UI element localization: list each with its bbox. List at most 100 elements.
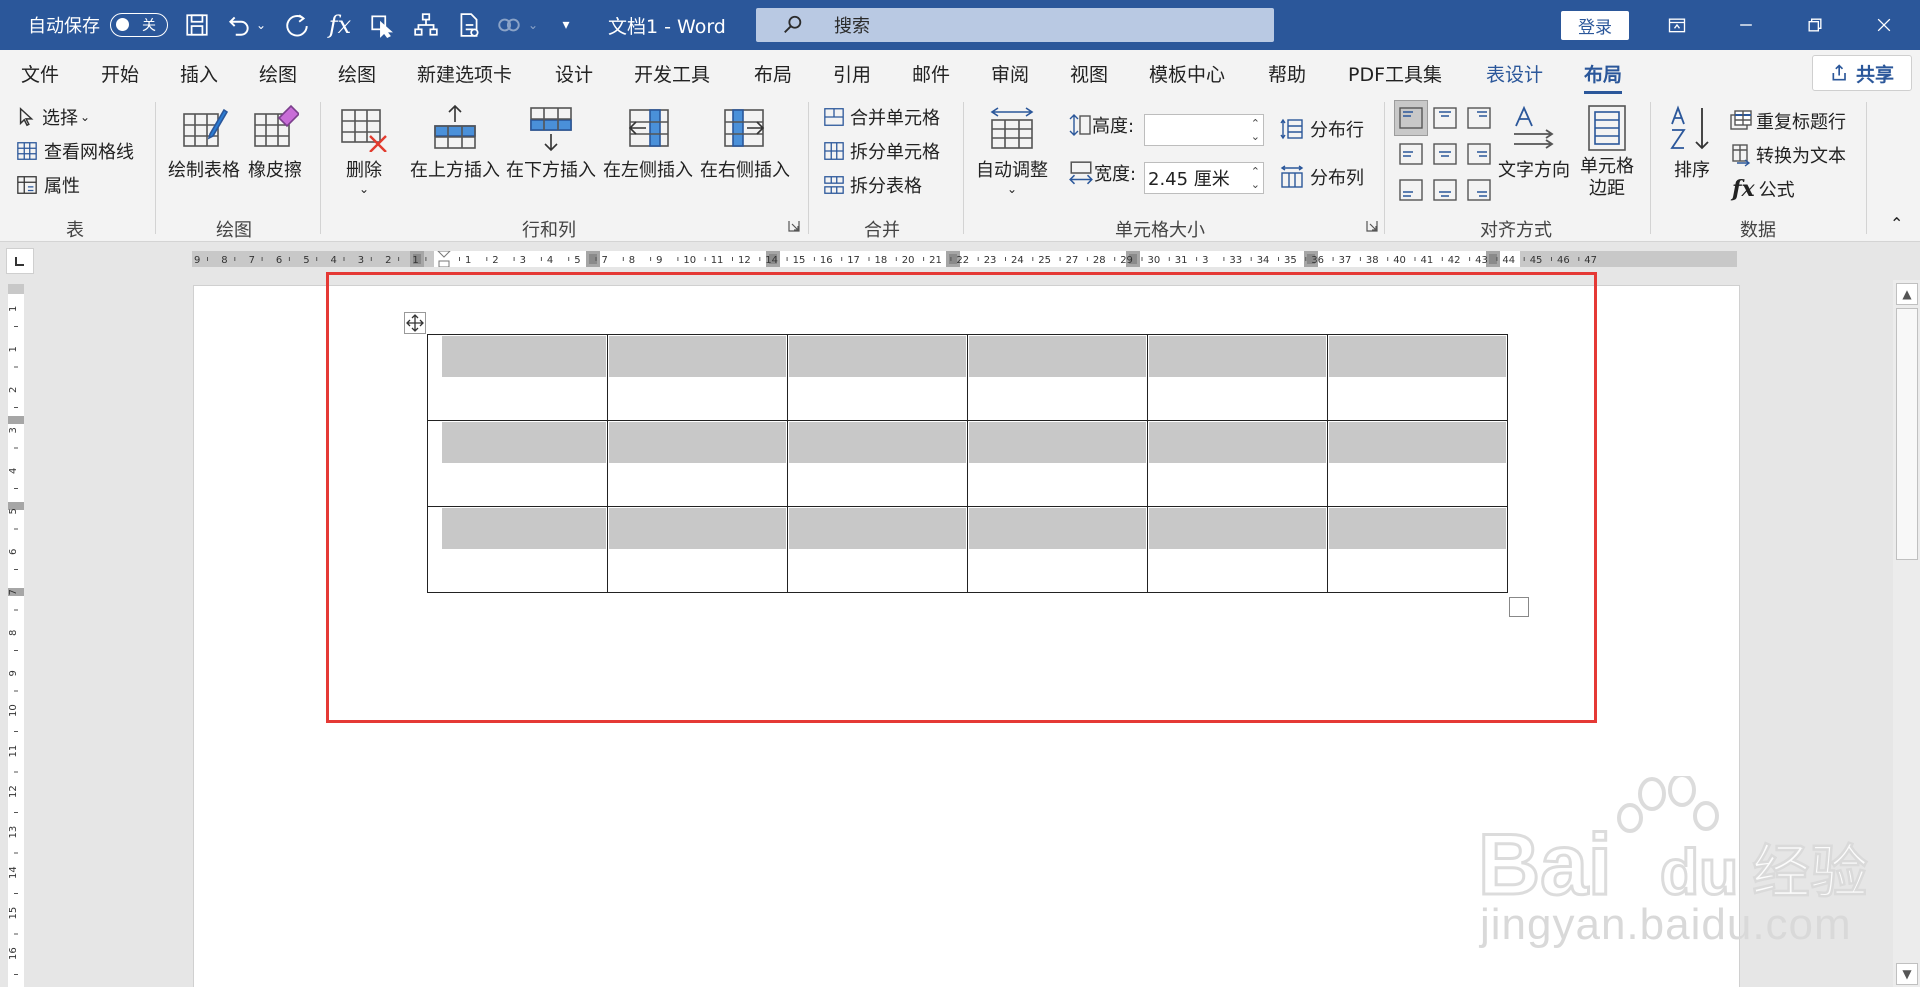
svg-text:31: 31 [1175,255,1188,266]
svg-text:42: 42 [1448,255,1461,266]
distribute-cols-button[interactable]: 分布列 [1280,164,1364,190]
tab-draw-2[interactable]: 绘图 [338,50,376,96]
align-bottom-left-button[interactable] [1394,172,1428,208]
svg-text:44: 44 [1502,255,1515,266]
split-cells-button[interactable]: 拆分单元格 [822,138,940,164]
collapse-ribbon-icon[interactable]: ⌃ [1890,214,1903,233]
align-middle-left-button[interactable] [1394,136,1428,172]
function-icon[interactable]: fx [323,0,357,50]
insert-right-button[interactable]: 在右侧插入 [700,104,790,182]
tab-table-layout[interactable]: 布局 [1584,50,1623,96]
text-direction-button[interactable]: 文字方向 [1498,104,1570,182]
align-middle-right-button[interactable] [1462,136,1496,172]
svg-text:8: 8 [629,255,635,266]
convert-to-text-button[interactable]: 转换为文本 [1728,142,1846,168]
align-top-right-button[interactable] [1462,100,1496,136]
link-dropdown-icon[interactable]: ⌄ [528,0,538,50]
height-input[interactable]: ⌃ ⌄ [1144,114,1264,146]
document-icon[interactable] [452,0,486,50]
svg-text:7: 7 [8,589,19,595]
tab-layout[interactable]: 布局 [754,50,792,96]
width-spinner[interactable]: ⌃ ⌄ [1251,165,1260,191]
tab-design[interactable]: 设计 [555,50,593,96]
vertical-ruler[interactable]: 11234567891011121314151617 [8,284,24,987]
select-button[interactable]: 选择 ⌄ [16,104,90,130]
tab-pdf-tools[interactable]: PDF工具集 [1348,50,1442,96]
align-middle-right-icon [1467,143,1491,165]
merge-cells-icon [824,108,844,126]
align-top-left-button[interactable] [1394,100,1428,136]
delete-button[interactable]: 删除 ⌄ [340,104,388,196]
svg-text:22: 22 [956,255,969,266]
split-table-button[interactable]: 拆分表格 [822,172,922,198]
tab-selector[interactable] [6,248,34,274]
height-spinner[interactable]: ⌃ ⌄ [1251,117,1260,143]
tab-draw[interactable]: 绘图 [259,50,297,96]
align-top-center-button[interactable] [1428,100,1462,136]
scroll-up-button[interactable]: ▲ [1896,283,1918,305]
cell-margins-button[interactable]: 单元格 边距 [1580,104,1634,200]
view-gridlines-button[interactable]: 查看网格线 [14,138,134,164]
properties-button[interactable]: 属性 [14,172,80,198]
scroll-thumb[interactable] [1896,308,1918,560]
tab-view[interactable]: 视图 [1070,50,1108,96]
scroll-down-button[interactable]: ▼ [1896,963,1918,985]
group-label-alignment: 对齐方式 [1480,220,1552,241]
svg-text:11: 11 [711,255,724,266]
share-button[interactable]: 共享 [1812,55,1912,91]
tab-help[interactable]: 帮助 [1268,50,1306,96]
undo-dropdown-icon[interactable]: ⌄ [256,0,266,50]
autofit-button[interactable]: 自动调整 ⌄ [976,104,1048,196]
search-placeholder: 搜索 [834,16,870,37]
tab-insert[interactable]: 插入 [180,50,218,96]
ribbon-display-icon[interactable] [1649,0,1705,50]
insert-below-button[interactable]: 在下方插入 [506,104,596,182]
tab-template-center[interactable]: 模板中心 [1149,50,1225,96]
formula-button[interactable]: fx 公式 [1732,176,1795,202]
draw-table-button[interactable]: 绘制表格 [168,104,240,182]
horizontal-ruler[interactable]: 9 8 7 6 5 4 3 2 1 1 2 3 4 5 7 8 9 10 11 12 14 15 16 17 18 20 21 22 2… [192,250,1737,268]
redo-icon[interactable] [280,0,314,50]
save-icon[interactable] [180,0,214,50]
align-bottom-right-button[interactable] [1462,172,1496,208]
cell-size-launcher-icon[interactable] [1366,220,1378,232]
tab-developer[interactable]: 开发工具 [634,50,710,96]
select-cursor-icon[interactable] [365,0,399,50]
eraser-button[interactable]: 橡皮擦 [248,104,302,182]
insert-left-button[interactable]: 在左侧插入 [603,104,693,182]
tab-references[interactable]: 引用 [833,50,871,96]
tab-table-design[interactable]: 表设计 [1486,50,1543,96]
close-icon[interactable] [1856,0,1912,50]
align-bottom-center-button[interactable] [1428,172,1462,208]
merge-cells-button[interactable]: 合并单元格 [822,104,940,130]
svg-text:10: 10 [8,704,19,717]
search-box[interactable]: 搜索 [756,8,1274,42]
distribute-rows-button[interactable]: 分布行 [1280,116,1364,142]
align-top-right-icon [1467,107,1491,129]
draw-table-icon [183,108,228,147]
sort-button[interactable]: 排序 [1668,104,1716,182]
insert-above-button[interactable]: 在上方插入 [410,104,500,182]
convert-to-text-icon [1732,144,1751,167]
autosave-state: 关 [142,18,156,34]
tab-review[interactable]: 审阅 [991,50,1029,96]
align-middle-center-button[interactable] [1428,136,1462,172]
restore-icon[interactable] [1787,0,1843,50]
width-input[interactable]: 2.45 厘米 ⌃ ⌄ [1144,162,1264,194]
repeat-header-rows-button[interactable]: 重复标题行 [1728,108,1846,134]
customize-icon[interactable]: ▾ [549,0,583,50]
undo-icon[interactable] [222,0,256,50]
tab-file[interactable]: 文件 [21,50,59,96]
tab-new-tab[interactable]: 新建选项卡 [417,50,512,96]
hierarchy-icon[interactable] [409,0,443,50]
group-separator [963,102,964,234]
share-icon [1832,64,1846,81]
autosave-toggle[interactable]: 关 [110,13,168,37]
login-button[interactable]: 登录 [1561,11,1629,40]
svg-text:12: 12 [8,785,19,798]
link-icon[interactable] [492,0,526,50]
minimize-icon[interactable] [1718,0,1774,50]
rows-cols-launcher-icon[interactable] [788,220,800,232]
tab-mailings[interactable]: 邮件 [912,50,950,96]
tab-home[interactable]: 开始 [101,50,139,96]
